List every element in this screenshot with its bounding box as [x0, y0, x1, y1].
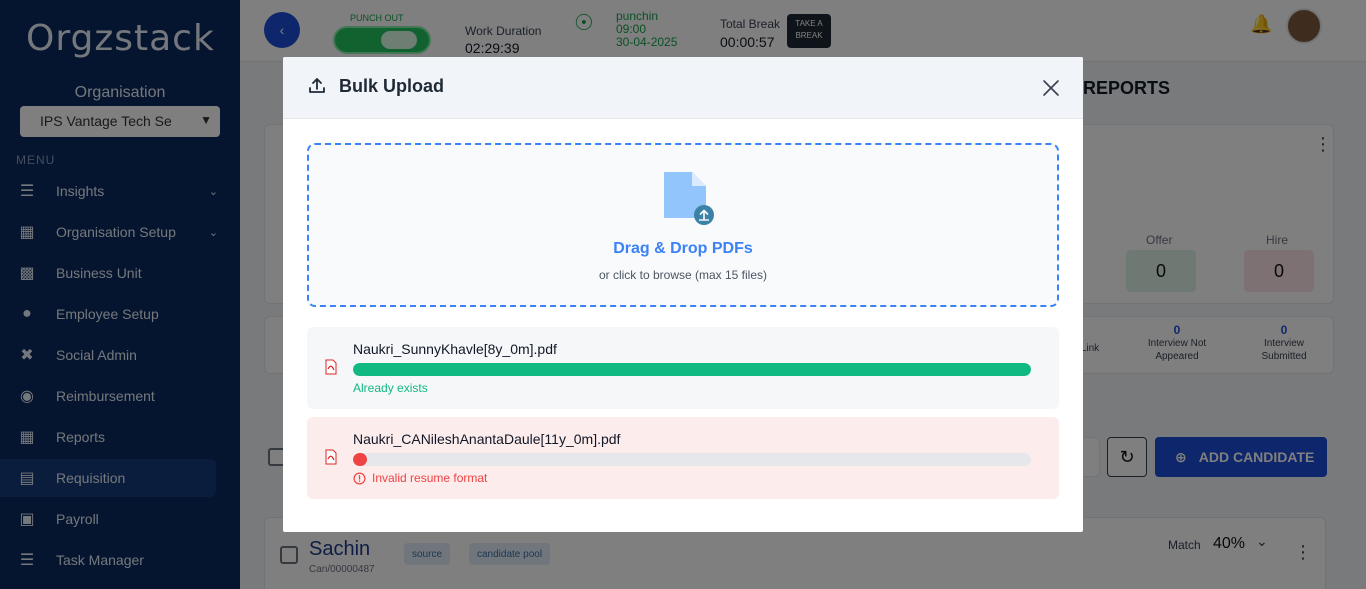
dropzone-title: Drag & Drop PDFs — [613, 240, 753, 257]
pdf-file-icon — [325, 449, 337, 465]
file-status-text: Already exists — [353, 381, 428, 395]
upload-progress-bar — [353, 453, 1031, 466]
modal-header: Bulk Upload — [283, 57, 1083, 119]
warning-circle-icon — [353, 472, 366, 484]
progress-fill — [353, 363, 1031, 376]
modal-title: Bulk Upload — [339, 76, 445, 96]
file-upload-icon — [664, 172, 714, 225]
upload-progress-bar — [353, 363, 1031, 376]
file-status-text: Invalid resume format — [372, 471, 488, 485]
pdf-file-icon — [325, 359, 337, 375]
file-row: Naukri_SunnyKhavle[8y_0m].pdf Already ex… — [307, 327, 1059, 409]
pdf-dropzone[interactable]: Drag & Drop PDFs or click to browse (max… — [307, 143, 1059, 307]
bulk-upload-modal: Bulk Upload Drag & Drop PDFs or click to… — [283, 57, 1083, 532]
file-row: Naukri_CANileshAnantaDaule[11y_0m].pdf I… — [307, 417, 1059, 499]
file-name: Naukri_SunnyKhavle[8y_0m].pdf — [353, 341, 557, 357]
file-status: Invalid resume format — [353, 471, 487, 485]
progress-fill — [353, 453, 367, 466]
upload-icon — [309, 78, 325, 93]
close-icon[interactable] — [1040, 77, 1062, 99]
dropzone-subtitle: or click to browse (max 15 files) — [598, 268, 768, 282]
file-status: Already exists — [353, 381, 428, 395]
file-name: Naukri_CANileshAnantaDaule[11y_0m].pdf — [353, 431, 621, 447]
